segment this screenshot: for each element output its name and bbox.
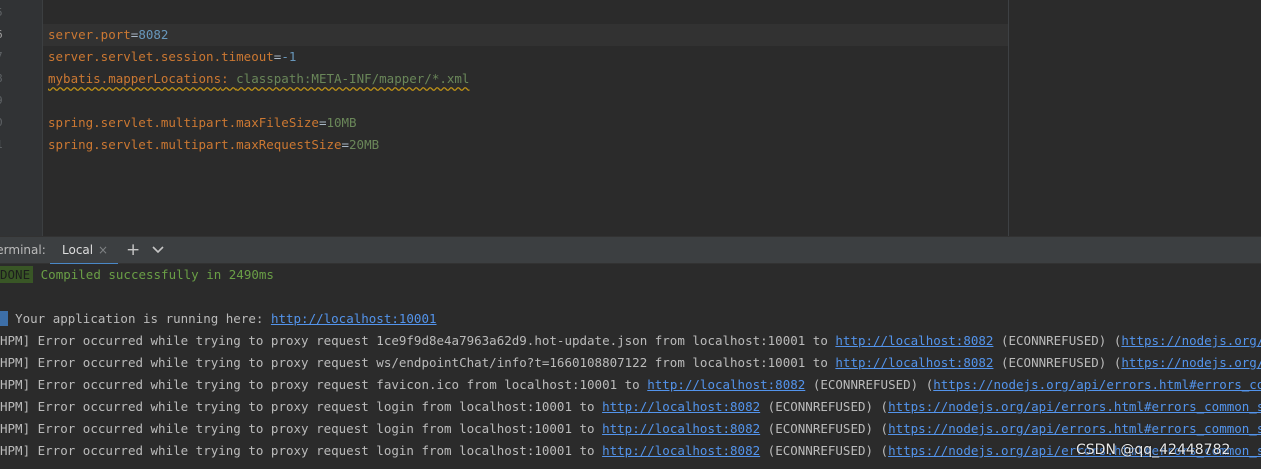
property-key: spring.servlet.multipart.maxRequestSize xyxy=(48,137,342,152)
docs-link[interactable]: https://nodejs.org/api/errors.html#error… xyxy=(888,421,1261,436)
tab-label: Local xyxy=(62,243,94,257)
tab-local[interactable]: Local × xyxy=(50,237,118,266)
terminal-line: DONE Compiled successfully in 2490ms xyxy=(0,264,274,286)
docs-link[interactable]: https://nodejs.org/api/errors.html#error… xyxy=(888,399,1261,414)
line-number: 5 xyxy=(0,2,6,24)
error-line: HPM] Error occurred while trying to prox… xyxy=(0,418,1261,440)
app-url-link[interactable]: http://localhost:10001 xyxy=(271,311,437,326)
line-number: 6 xyxy=(0,24,6,46)
docs-link[interactable]: https://nodejs.org/api/errors.html#error… xyxy=(1121,355,1261,370)
close-icon[interactable]: × xyxy=(98,237,108,263)
code-line[interactable]: server.servlet.session.timeout=-1 xyxy=(48,46,296,68)
target-url-link[interactable]: http://localhost:8082 xyxy=(602,421,760,436)
plus-icon[interactable]: + xyxy=(126,237,140,263)
property-key: server.port xyxy=(48,27,131,42)
watermark: CSDN @qq_42448782 xyxy=(1076,442,1231,458)
line-number: 9 xyxy=(0,90,6,112)
property-key: spring.servlet.multipart.maxFileSize xyxy=(48,115,319,130)
right-margin-guide xyxy=(1008,0,1009,236)
property-key: server.servlet.session.timeout xyxy=(48,49,274,64)
target-url-link[interactable]: http://localhost:8082 xyxy=(835,333,993,348)
property-operator: : xyxy=(221,71,237,86)
docs-link[interactable]: https://nodejs.org/api/errors.html#error… xyxy=(1121,333,1261,348)
done-badge: DONE xyxy=(0,266,34,283)
code-line[interactable]: mybatis.mapperLocations: classpath:META-… xyxy=(48,68,469,90)
error-line: HPM] Error occurred while trying to prox… xyxy=(0,396,1261,418)
line-number: 1 xyxy=(0,134,6,156)
code-line[interactable]: server.port=8082 xyxy=(48,24,168,46)
error-line: HPM] Error occurred while trying to prox… xyxy=(0,330,1261,352)
error-line: HPM] Error occurred while trying to prox… xyxy=(0,374,1261,396)
error-line: HPM] Error occurred while trying to prox… xyxy=(0,440,1261,462)
property-value: 8082 xyxy=(138,27,169,42)
property-value: 20MB xyxy=(349,137,380,152)
terminal-output[interactable]: DONE Compiled successfully in 2490ms I Y… xyxy=(0,264,1261,469)
target-url-link[interactable]: http://localhost:8082 xyxy=(647,377,805,392)
terminal-line: I Your application is running here: http… xyxy=(0,308,437,330)
error-line: HPM] Error occurred while trying to prox… xyxy=(0,352,1261,374)
target-url-link[interactable]: http://localhost:8082 xyxy=(835,355,993,370)
current-line-highlight xyxy=(43,24,1008,46)
property-key: mybatis.mapperLocations xyxy=(48,71,222,86)
compiled-message: Compiled successfully in 2490ms xyxy=(40,267,274,282)
chevron-down-icon[interactable] xyxy=(152,245,164,255)
running-message: Your application is running here: xyxy=(15,311,271,326)
docs-link[interactable]: https://nodejs.org/api/errors.html#error… xyxy=(933,377,1261,392)
line-number: 8 xyxy=(0,68,6,90)
line-number: 7 xyxy=(0,46,6,68)
code-editor[interactable]: 5 6 7 8 9 0 1 server.port=8082 server.se… xyxy=(0,0,1261,236)
terminal-toolbar: Terminal: Local × + xyxy=(0,236,1261,266)
property-value: -1 xyxy=(281,49,297,64)
terminal-title: Terminal: xyxy=(0,243,46,257)
property-operator: = xyxy=(341,137,350,152)
line-number: 0 xyxy=(0,112,6,134)
line-number-gutter xyxy=(0,0,42,236)
info-badge: I xyxy=(0,311,8,326)
property-value: classpath:META-INF/mapper/*.xml xyxy=(236,71,470,86)
target-url-link[interactable]: http://localhost:8082 xyxy=(602,399,760,414)
code-line[interactable]: spring.servlet.multipart.maxRequestSize=… xyxy=(48,134,379,156)
target-url-link[interactable]: http://localhost:8082 xyxy=(602,443,760,458)
property-value: 10MB xyxy=(326,115,357,130)
code-line[interactable]: spring.servlet.multipart.maxFileSize=10M… xyxy=(48,112,357,134)
